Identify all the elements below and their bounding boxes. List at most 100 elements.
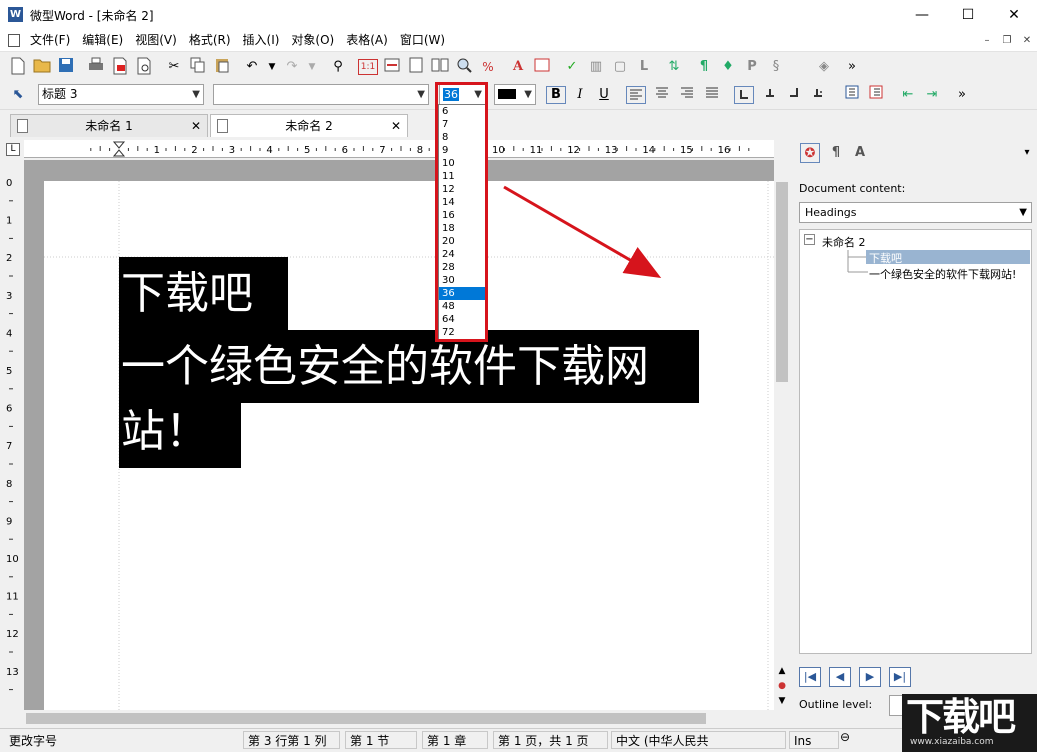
redo-icon[interactable]: ↷ [282,57,302,77]
document-menu-icon[interactable] [8,34,20,47]
align-right-icon[interactable] [677,85,697,105]
menu-window[interactable]: 窗口(W) [394,30,451,52]
tab-decimal-icon[interactable] [808,85,828,105]
format-more-icon[interactable]: » [952,85,972,105]
export-pdf-icon[interactable] [110,57,130,77]
menu-format[interactable]: 格式(R) [183,30,237,52]
panel-menu-icon[interactable]: ▾ [1017,143,1037,163]
horizontal-ruler[interactable]: 12345678910111213141516 [24,140,774,158]
nav-previous-button[interactable]: ◀ [829,667,851,687]
layers-icon[interactable]: ◈ [814,57,834,77]
tab-close-icon[interactable]: ✕ [191,115,201,137]
style-select[interactable]: 标题 3▼ [38,84,204,105]
outdent-icon[interactable]: ⇤ [898,85,918,105]
align-center-icon[interactable] [652,85,672,105]
insert-field-icon[interactable] [532,57,552,77]
heading-line-3[interactable]: 站！ [119,395,241,468]
open-folder-icon[interactable] [32,57,52,77]
vertical-ruler[interactable]: 012345678910111213 [0,160,22,710]
align-left-icon[interactable] [626,86,646,104]
tab-document-2[interactable]: 未命名 2 ✕ [210,114,408,137]
tab-stop-selector[interactable]: L [6,143,20,156]
mdi-restore-button[interactable]: ❐ [998,33,1016,49]
undo-dropdown-icon[interactable]: ▼ [262,57,282,77]
menu-file[interactable]: 文件(F) [24,30,76,52]
pointer-icon[interactable]: ⬉ [8,85,28,105]
paste-icon[interactable] [212,57,232,77]
nav-last-button[interactable]: ▶| [889,667,911,687]
letter-l-icon[interactable]: L [634,57,654,77]
tab-left-icon[interactable] [734,86,754,104]
tree-item[interactable]: 下载吧 [869,250,902,266]
tree-collapse-icon[interactable]: − [804,234,815,245]
section-icon[interactable]: § [766,57,786,77]
maximize-button[interactable]: ☐ [945,0,991,30]
heading-line-1[interactable]: 下载吧 [119,257,288,330]
menu-object[interactable]: 对象(O) [285,30,340,52]
minimize-button[interactable]: — [899,0,945,30]
styles-icon[interactable]: ¶ [826,143,846,163]
mdi-close-button[interactable]: ✕ [1018,33,1036,49]
heading-line-2[interactable]: 一个绿色安全的软件下载网 [119,330,699,403]
bullet-list-icon[interactable] [842,85,862,105]
headings-tree[interactable] [799,229,1032,654]
tree-root[interactable]: 未命名 2 [822,234,866,250]
print-preview-icon[interactable] [134,57,154,77]
text-color-select[interactable]: ▼ [494,84,536,105]
save-icon[interactable] [56,57,76,77]
tree-item[interactable]: 一个绿色安全的软件下载网站! [869,266,1016,282]
page-width-icon[interactable] [382,57,402,77]
frame-icon[interactable]: ▢ [610,57,630,77]
toolbar-more-icon[interactable]: » [842,57,862,77]
font-panel-icon[interactable]: A [850,143,870,163]
undo-icon[interactable]: ↶ [242,57,262,77]
zoom-out-icon[interactable]: ⊖ [840,730,850,744]
print-icon[interactable] [86,57,106,77]
new-document-icon[interactable] [8,57,28,77]
find-icon[interactable]: ⚲ [328,57,348,77]
mdi-minimize-button[interactable]: – [978,33,996,49]
zoom-100-icon[interactable]: 1:1 [358,59,378,75]
menu-table[interactable]: 表格(A) [340,30,394,52]
tab-center-icon[interactable] [760,85,780,105]
redo-dropdown-icon[interactable]: ▼ [302,57,322,77]
indent-icon[interactable]: ⇥ [922,85,942,105]
page-p-icon[interactable]: P [742,57,762,77]
font-color-icon[interactable]: A [508,57,528,77]
italic-button[interactable]: I [570,85,590,105]
compass-icon[interactable]: ✪ [800,143,820,163]
tab-document-1[interactable]: 未命名 1 ✕ [10,114,208,137]
horizontal-scroll-thumb[interactable] [26,713,706,724]
tab-right-icon[interactable] [784,85,804,105]
align-justify-icon[interactable] [702,85,722,105]
menu-edit[interactable]: 编辑(E) [76,30,129,52]
tab-close-icon[interactable]: ✕ [391,115,401,137]
underline-button[interactable]: U [594,85,614,105]
two-pages-icon[interactable] [430,57,450,77]
vertical-scroll-thumb[interactable] [776,182,788,382]
sync-icon[interactable]: ⇅ [664,57,684,77]
status-insert-mode[interactable]: Ins [789,731,839,749]
font-select[interactable]: ▼ [213,84,429,105]
indent-marker[interactable] [114,142,124,156]
nav-next-button[interactable]: ▶ [859,667,881,687]
close-button[interactable]: ✕ [991,0,1037,30]
paragraph-icon[interactable]: ¶ [694,57,714,77]
content-view-select[interactable]: Headings▼ [799,202,1032,223]
menu-insert[interactable]: 插入(I) [237,30,286,52]
cut-icon[interactable]: ✂ [164,57,184,77]
chart-icon[interactable]: ▥ [586,57,606,77]
whole-page-icon[interactable] [406,57,426,77]
nav-first-button[interactable]: |◀ [799,667,821,687]
menu-view[interactable]: 视图(V) [129,30,183,52]
zoom-icon[interactable] [454,57,474,77]
bold-button[interactable]: B [546,86,566,104]
browse-object-icon[interactable]: ● [776,681,788,691]
spell-check-icon[interactable]: ✓ [562,57,582,77]
copy-icon[interactable] [188,57,208,77]
zoom-percent-icon[interactable]: % [478,57,498,77]
scroll-down-icon[interactable]: ▼ [776,696,788,706]
style-icon[interactable]: ♦ [718,57,738,77]
scroll-up-icon[interactable]: ▲ [776,666,788,676]
numbered-list-icon[interactable] [866,85,886,105]
